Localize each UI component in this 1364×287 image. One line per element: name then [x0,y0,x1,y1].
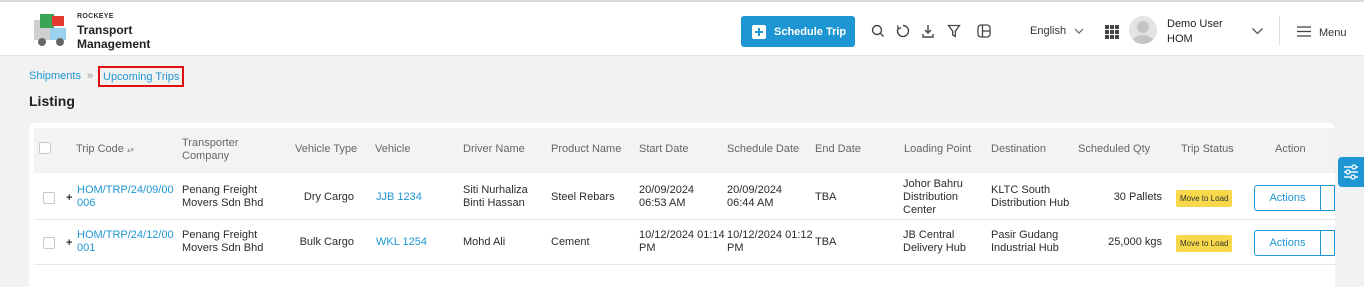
breadcrumb-separator: » [87,70,94,82]
actions-button[interactable]: Actions [1254,185,1321,211]
vehicle-type: Bulk Cargo [299,236,354,248]
column-header-end-date: End Date [815,143,861,155]
end-date: TBA [815,236,837,248]
breadcrumb-shipments[interactable]: Shipments [29,70,81,82]
destination: KLTC South Distribution Hub [991,184,1070,209]
schedule-date: 20/09/2024 06:44 AM [727,184,783,209]
hamburger-menu-icon[interactable] [1297,26,1311,37]
trips-table: Trip Code ▴▾ Transporter Company Vehicle… [29,123,1335,287]
brand-product-line1: Transport [77,23,133,37]
status-badge: Move to Load [1176,190,1233,207]
user-org[interactable]: HOM [1167,33,1193,45]
actions-dropdown-toggle[interactable] [1321,185,1335,211]
driver-name: Mohd Ali [463,236,506,248]
scheduled-qty: 30 Pallets [1113,191,1162,203]
language-selector[interactable]: English [1030,25,1066,37]
schedule-trip-label: Schedule Trip [774,25,847,38]
column-header-trip-status: Trip Status [1181,143,1234,155]
sliders-icon [1344,164,1358,180]
table-row: + HOM/TRP/24/12/00 001 Penang Freight Move… [34,221,1335,265]
column-header-loading-point: Loading Point [904,143,972,155]
filter-icon[interactable] [946,23,962,39]
end-date: TBA [815,191,837,203]
column-header-product-name: Product Name [551,143,622,155]
user-name[interactable]: Demo User [1167,18,1223,30]
trip-code-link[interactable]: HOM/TRP/24/09/00 006 [77,184,174,210]
product-name: Steel Rebars [551,191,615,203]
chevron-down-icon[interactable] [1251,26,1264,36]
vehicle-link[interactable]: JJB 1234 [376,191,422,204]
column-header-start-date: Start Date [639,143,689,155]
schedule-date: 10/12/2024 01:12 PM [727,229,813,254]
vehicle-type: Dry Cargo [303,191,354,203]
column-header-destination: Destination [991,143,1047,155]
company-logo-icon [34,14,66,46]
divider [1279,16,1280,45]
refresh-icon[interactable] [895,23,911,39]
menu-button[interactable]: Menu [1319,27,1347,39]
column-header-vehicle-type: Vehicle Type [295,143,358,155]
layout-icon[interactable] [976,23,992,39]
destination: Pasir Gudang Industrial Hub [991,229,1059,254]
actions-dropdown-toggle[interactable] [1321,230,1335,256]
status-badge: Move to Load [1176,235,1233,252]
column-header-transporter-company: Transporter Company [182,137,239,162]
expand-row-button[interactable]: + [66,237,72,249]
column-header-schedule-date: Schedule Date [727,143,800,155]
scheduled-qty: 25,000 kgs [1108,236,1162,248]
expand-row-button[interactable]: + [66,192,72,204]
start-date: 10/12/2024 01:14 PM [639,229,725,254]
breadcrumb-upcoming-trips[interactable]: Upcoming Trips [98,66,185,87]
page-title: Listing [29,93,75,109]
transporter-company: Penang Freight Movers Sdn Bhd [182,229,264,254]
start-date: 20/09/2024 06:53 AM [639,184,695,209]
trip-code-link[interactable]: HOM/TRP/24/12/00 001 [77,229,174,255]
loading-point: JB Central Delivery Hub [903,229,966,254]
product-name: Cement [551,236,590,248]
table-header: Trip Code ▴▾ Transporter Company Vehicle… [34,128,1335,173]
table-row: + HOM/TRP/24/09/00 006 Penang Freight Move… [34,176,1335,220]
user-avatar-icon [1132,21,1154,44]
chevron-down-icon[interactable] [1073,26,1085,36]
brand-company: ROCKEYE [77,13,114,20]
schedule-trip-button[interactable]: Schedule Trip [741,16,855,47]
filter-panel-toggle[interactable] [1338,157,1364,187]
top-navigation-bar: ROCKEYE Transport Management Schedule Tr… [0,0,1364,56]
vehicle-link[interactable]: WKL 1254 [376,236,427,249]
column-header-driver-name: Driver Name [463,143,525,155]
avatar[interactable] [1129,16,1157,44]
row-checkbox[interactable] [43,237,55,249]
brand-product-line2: Management [77,37,151,51]
loading-point: Johor Bahru Distribution Center [903,178,963,216]
actions-button[interactable]: Actions [1254,230,1321,256]
search-icon[interactable] [870,23,886,39]
plus-icon [752,24,766,39]
sort-icon[interactable]: ▴▾ [127,147,134,154]
row-checkbox[interactable] [43,192,55,204]
select-all-checkbox[interactable] [39,142,51,154]
column-header-trip-code[interactable]: Trip Code ▴▾ [76,143,134,157]
apps-grid-icon[interactable] [1105,25,1119,39]
driver-name: Siti Nurhaliza Binti Hassan [463,184,528,209]
transporter-company: Penang Freight Movers Sdn Bhd [182,184,264,209]
column-header-vehicle: Vehicle [375,143,411,155]
column-header-action: Action [1275,143,1306,155]
column-header-scheduled-qty: Scheduled Qty [1078,143,1151,155]
download-icon[interactable] [920,23,936,39]
